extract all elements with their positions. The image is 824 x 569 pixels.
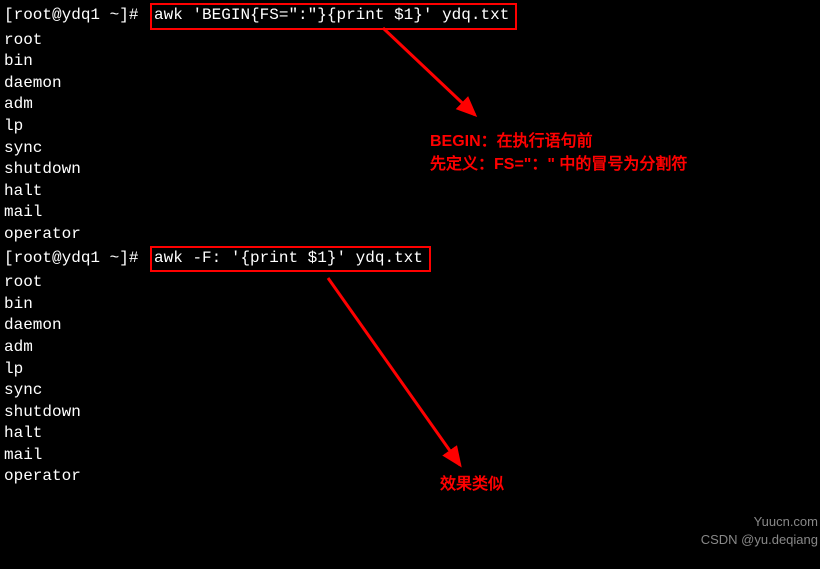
output-line: sync <box>4 138 820 160</box>
output-line: halt <box>4 181 820 203</box>
command-text: awk -F: '{print $1}' ydq.txt <box>154 249 423 267</box>
annotation-line: BEGIN：在执行语句前 <box>430 130 687 153</box>
annotation-arrow-icon <box>320 270 480 480</box>
watermark-credit: CSDN @yu.deqiang <box>701 531 818 549</box>
output-line: mail <box>4 202 820 224</box>
annotation-line: 先定义：FS="：" 中的冒号为分割符 <box>430 153 687 176</box>
output-line: shutdown <box>4 159 820 181</box>
terminal-line: [root@ydq1 ~]# awk -F: '{print $1}' ydq.… <box>4 246 820 273</box>
annotation-text-bottom: 效果类似 <box>440 473 504 496</box>
annotation-arrow-icon <box>375 20 495 130</box>
annotation-line: 效果类似 <box>440 476 504 493</box>
window-border <box>820 0 824 569</box>
command-box-2: awk -F: '{print $1}' ydq.txt <box>150 246 431 273</box>
output-line: operator <box>4 224 820 246</box>
watermark-site: Yuucn.com <box>754 513 818 531</box>
annotation-text-top: BEGIN：在执行语句前 先定义：FS="：" 中的冒号为分割符 <box>430 130 687 176</box>
shell-prompt: [root@ydq1 ~]# <box>4 249 148 267</box>
shell-prompt: [root@ydq1 ~]# <box>4 6 148 24</box>
